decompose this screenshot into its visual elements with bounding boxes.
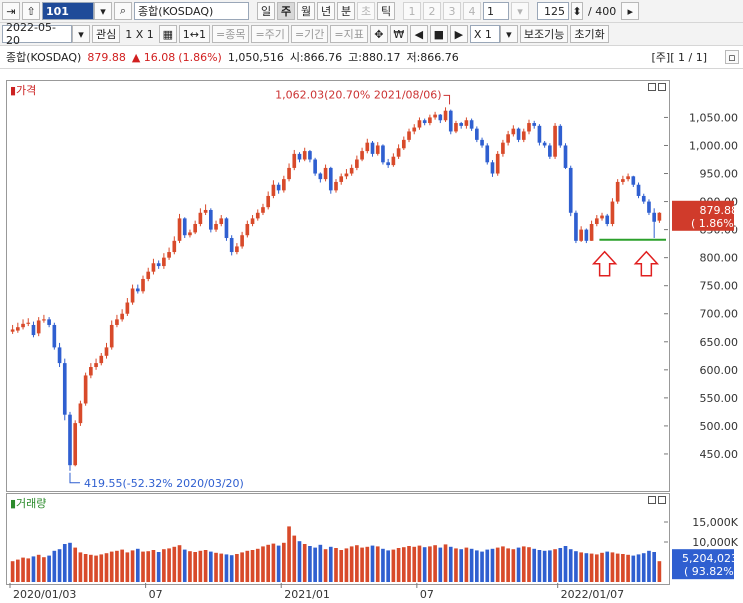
settings-icon[interactable]: ▸ [621,2,640,20]
period-button-6[interactable]: 틱 [377,2,395,20]
aux-function-button[interactable]: 보조기능 [519,25,569,43]
search-icon[interactable]: ⌕ [114,2,132,20]
price-tick-label: 650.00 [700,336,739,349]
price-tick-label: 500.00 [700,420,739,433]
watch-button[interactable]: 관심 [92,25,121,43]
quote-high: 고:880.17 [348,51,401,64]
x-tick-label: 2021/01 [284,588,330,601]
count-input[interactable]: 125 [537,2,569,20]
count-stepper-icon[interactable]: ⬍ [571,2,583,20]
price-tick-label: 750.00 [700,280,739,293]
pin-icon[interactable]: ⇧ [22,2,40,20]
price-tick-label: 550.00 [700,392,739,405]
calendar-dropdown-icon[interactable]: ▾ [72,25,90,43]
tool-button-3[interactable]: =지표 [330,25,368,43]
volume-tick-label: 15,000K [692,516,738,529]
volume-tick-label: 10,000K [692,536,738,549]
quote-open: 시:866.76 [289,51,343,64]
period-button-3[interactable]: 년 [317,2,335,20]
multiplier-select[interactable]: X 1 [469,25,500,43]
prev-icon[interactable]: ◀ [409,25,428,43]
volume-panel-title: ▮거래량 [10,497,47,510]
quote-name: 종합(KOSDAQ) [6,51,82,64]
minute-button-2[interactable]: 3 [443,2,461,20]
price-tick-label: 700.00 [700,308,739,321]
quote-change: ▲ 16.08 [131,50,176,64]
interval-dropdown-icon[interactable]: ▾ [511,2,529,20]
volume-minimize-icon[interactable] [648,496,656,504]
multiplier-dropdown-icon[interactable]: ▾ [499,25,518,43]
current-volume-label: 5,204,023 [682,552,738,565]
current-price-label: 879.88 [700,204,739,217]
x-tick-label: 2022/01/07 [561,588,624,601]
price-tick-label: 850.00 [700,224,739,237]
price-tick-label: 800.00 [700,252,739,265]
period-button-0[interactable]: 일 [257,2,275,20]
total-count: / 400 [588,4,617,18]
price-tick-label: 1,000.00 [689,139,738,152]
stop-icon[interactable]: ■ [429,25,448,43]
date-input[interactable]: 2022-05-20 [2,21,72,47]
minute-button-0[interactable]: 1 [403,2,421,20]
minute-button-3[interactable]: 4 [463,2,481,20]
volume-pane[interactable] [6,493,670,585]
period-button-4[interactable]: 분 [337,2,355,20]
x-tick-label: 2020/01/03 [13,588,76,601]
x-tick-label: 07 [420,588,434,601]
current-price-box [672,200,734,231]
maximize-icon[interactable] [658,83,666,91]
current-volume-box [672,549,734,580]
code-input[interactable]: 101 [42,2,94,20]
price-panel-title: ▮가격 [10,84,37,97]
quote-info-bar: 종합(KOSDAQ) 879.88 ▲ 16.08 (1.86%) 1,050,… [0,46,743,69]
volume-maximize-icon[interactable] [658,496,666,504]
quote-change-pct: (1.86%) [178,50,222,64]
period-button-1[interactable]: 주 [277,2,295,20]
tool-button-0[interactable]: =종목 [212,25,250,43]
chart-toolbar: 2022-05-20 ▾ 관심 1 X 1 ▦ 1↔1 =종목 =주기 =기간 =지표… [0,21,743,47]
period-button-5[interactable]: 초 [357,2,375,20]
quote-volume: 1,050,516 [227,50,284,64]
current-volume-pct: ( 93.82%) [684,565,738,578]
quote-price: 879.88 [87,50,126,64]
main-toolbar: ⇥ ⇧ 101 ▾ ⌕ 종합(KOSDAQ) 일주월년분초틱 1234 1 ▾ … [0,0,743,23]
panel-menu-icon[interactable]: ▫ [725,50,739,64]
minimize-icon[interactable] [648,83,656,91]
price-tick-label: 1,050.00 [689,111,738,124]
minute-button-1[interactable]: 2 [423,2,441,20]
x-tick-label: 07 [149,588,163,601]
next-icon[interactable]: ▶ [449,25,468,43]
interval-input[interactable]: 1 [483,2,509,20]
price-tick-label: 600.00 [700,364,739,377]
price-tick-label: 900.00 [700,196,739,209]
grid-icon[interactable]: ▦ [158,25,177,43]
layout-label: 1 X 1 [125,27,154,41]
tool-button-1[interactable]: =주기 [251,25,289,43]
price-pane[interactable] [6,80,670,492]
crosshair-icon[interactable]: ✥ [369,25,388,43]
reset-button[interactable]: 초기화 [570,25,609,43]
index-name-field[interactable]: 종합(KOSDAQ) [134,2,249,20]
code-dropdown-icon[interactable]: ▾ [94,2,112,20]
current-pct-label: ( 1.86%) [691,217,738,230]
tool-button-2[interactable]: =기간 [290,25,329,43]
period-button-2[interactable]: 월 [297,2,315,20]
page-indicator: [주][ 1 / 1] [651,51,707,64]
lock-icon[interactable]: ⇥ [2,2,20,20]
price-tick-label: 450.00 [700,448,739,461]
won-icon[interactable]: ₩ [389,25,408,43]
price-tick-label: 950.00 [700,168,739,181]
quote-low: 저:866.76 [406,51,459,64]
zoom-button[interactable]: 1↔1 [178,25,210,43]
